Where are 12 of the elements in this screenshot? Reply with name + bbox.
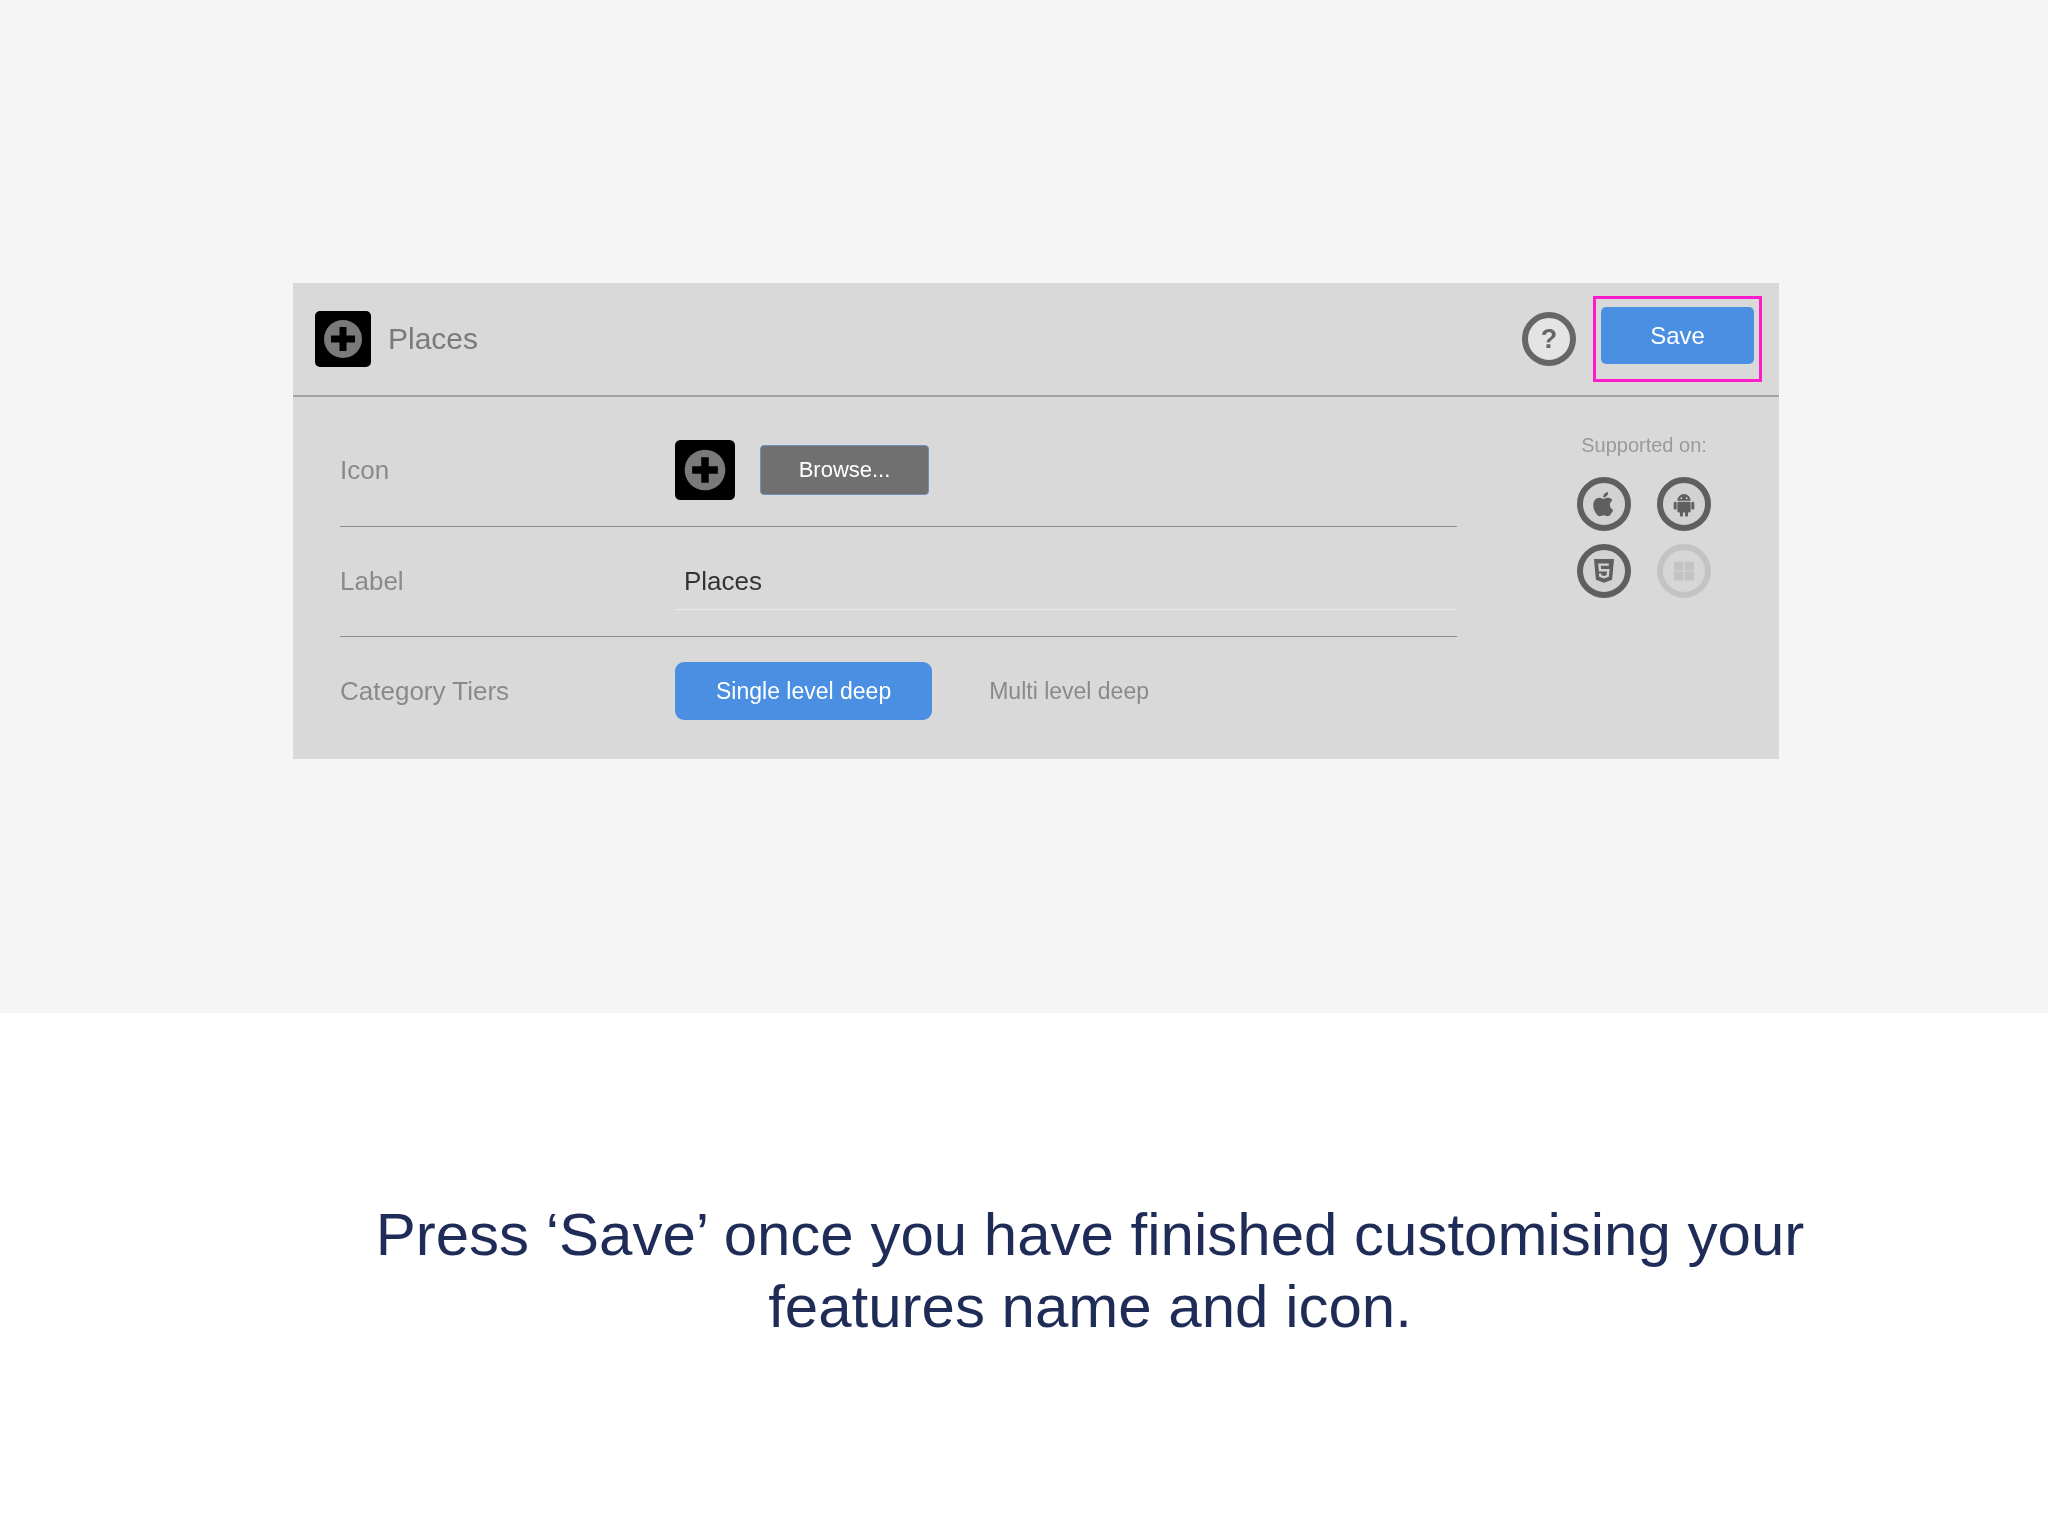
panel-title: Places (388, 322, 479, 356)
instruction-caption: Press ‘Save’ once you have finished customising your features name and icon. (374, 1200, 1806, 1342)
tier-option-button[interactable]: Single level deep (675, 662, 933, 720)
browse-button[interactable]: Browse... (760, 445, 929, 495)
field-label: Icon (340, 454, 390, 486)
field-label: Category Tiers (340, 675, 510, 707)
tier-option-button[interactable]: Multi level deep (948, 662, 1190, 720)
field-label: Label (340, 566, 404, 597)
supported-on-label: Supported on: (1581, 434, 1707, 456)
save-button[interactable]: Save (1601, 307, 1754, 364)
help-button[interactable]: ? (1522, 312, 1576, 366)
label-input-field[interactable]: Places (675, 553, 1457, 610)
